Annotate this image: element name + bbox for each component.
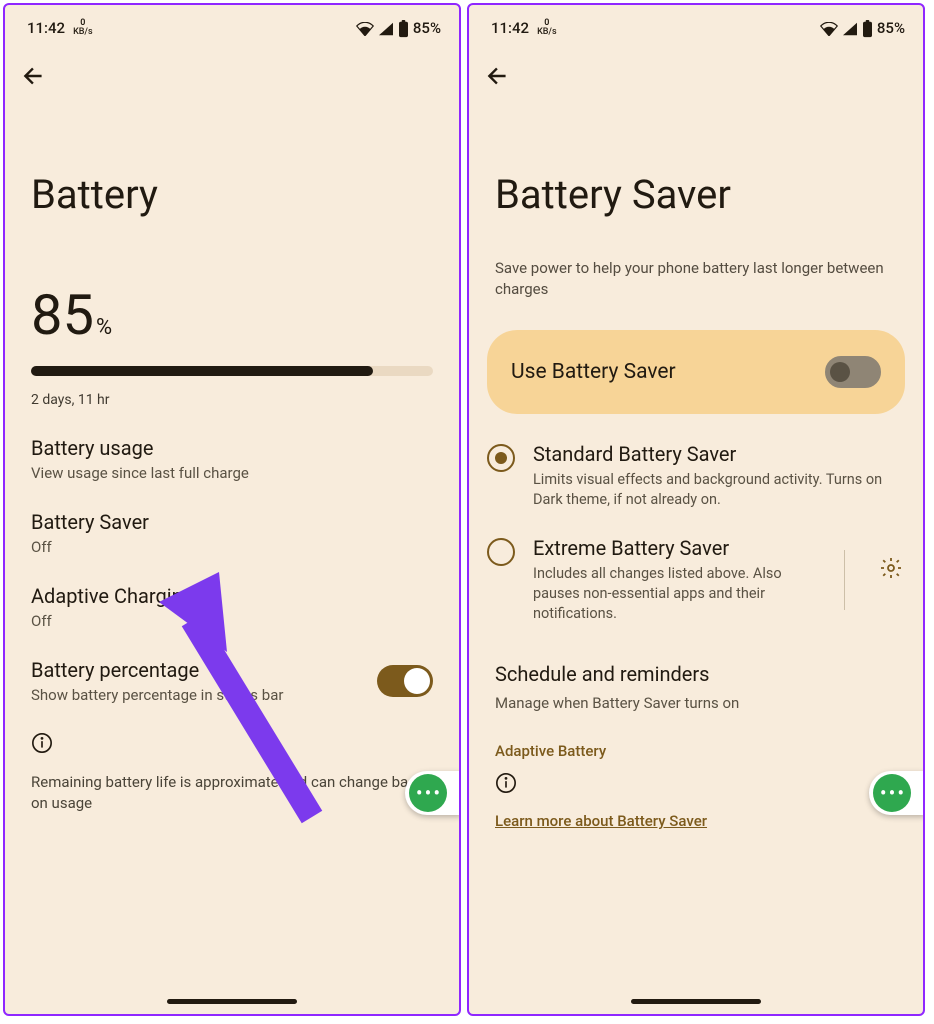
wifi-icon <box>356 19 374 37</box>
battery-icon <box>862 18 873 37</box>
info-note: Remaining battery life is approximate an… <box>5 710 459 826</box>
adaptive-battery-link[interactable]: Adaptive Battery <box>469 716 923 766</box>
battery-percentage-display: 85 % <box>5 242 459 352</box>
page-subtitle: Save power to help your phone battery la… <box>469 242 923 310</box>
radio-unselected[interactable] <box>487 538 515 566</box>
standard-saver-option[interactable]: Standard Battery Saver Limits visual eff… <box>469 424 923 518</box>
battery-percentage-toggle[interactable] <box>377 665 433 697</box>
page-title: Battery <box>5 93 459 242</box>
battery-percentage-item[interactable]: Battery percentage Show battery percenta… <box>5 636 459 710</box>
gesture-bar[interactable] <box>167 999 297 1004</box>
more-icon: ••• <box>880 781 906 805</box>
phone-battery-settings: 11:42 0KB/s 85% Battery 85 % 2 days, 11 … <box>3 3 461 1016</box>
battery-usage-item[interactable]: Battery usage View usage since last full… <box>5 414 459 488</box>
divider <box>844 550 845 610</box>
extreme-saver-option[interactable]: Extreme Battery Saver Includes all chang… <box>469 518 923 632</box>
use-battery-saver-card[interactable]: Use Battery Saver <box>487 330 905 414</box>
status-bar: 11:42 0KB/s 85% <box>469 5 923 43</box>
status-time: 11:42 <box>27 19 65 37</box>
gear-icon[interactable] <box>879 556 903 584</box>
time-remaining: 2 days, 11 hr <box>5 386 459 414</box>
use-battery-saver-label: Use Battery Saver <box>511 360 825 384</box>
back-button[interactable] <box>5 43 459 93</box>
floating-action-button[interactable]: ••• <box>405 771 461 815</box>
schedule-title[interactable]: Schedule and reminders <box>469 632 923 690</box>
battery-saver-item[interactable]: Battery Saver Off <box>5 488 459 562</box>
battery-progress-bar <box>31 366 433 376</box>
status-network-speed: 0KB/s <box>537 19 557 37</box>
status-battery-pct: 85% <box>877 19 905 37</box>
signal-icon <box>378 19 394 37</box>
more-icon: ••• <box>416 781 442 805</box>
floating-action-button[interactable]: ••• <box>869 771 925 815</box>
wifi-icon <box>820 19 838 37</box>
schedule-subtitle: Manage when Battery Saver turns on <box>469 690 923 716</box>
use-battery-saver-toggle[interactable] <box>825 356 881 388</box>
back-button[interactable] <box>469 43 923 93</box>
page-title: Battery Saver <box>469 93 923 242</box>
radio-selected[interactable] <box>487 444 515 472</box>
adaptive-charging-item[interactable]: Adaptive Charging Off <box>5 562 459 636</box>
learn-more-link[interactable]: Learn more about Battery Saver <box>495 812 707 830</box>
info-icon <box>495 772 517 798</box>
status-network-speed: 0KB/s <box>73 19 93 37</box>
gesture-bar[interactable] <box>631 999 761 1004</box>
battery-icon <box>398 18 409 37</box>
info-icon <box>31 732 433 758</box>
status-time: 11:42 <box>491 19 529 37</box>
status-battery-pct: 85% <box>413 19 441 37</box>
phone-battery-saver: 11:42 0KB/s 85% Battery Saver Save power… <box>467 3 925 1016</box>
signal-icon <box>842 19 858 37</box>
status-bar: 11:42 0KB/s 85% <box>5 5 459 43</box>
